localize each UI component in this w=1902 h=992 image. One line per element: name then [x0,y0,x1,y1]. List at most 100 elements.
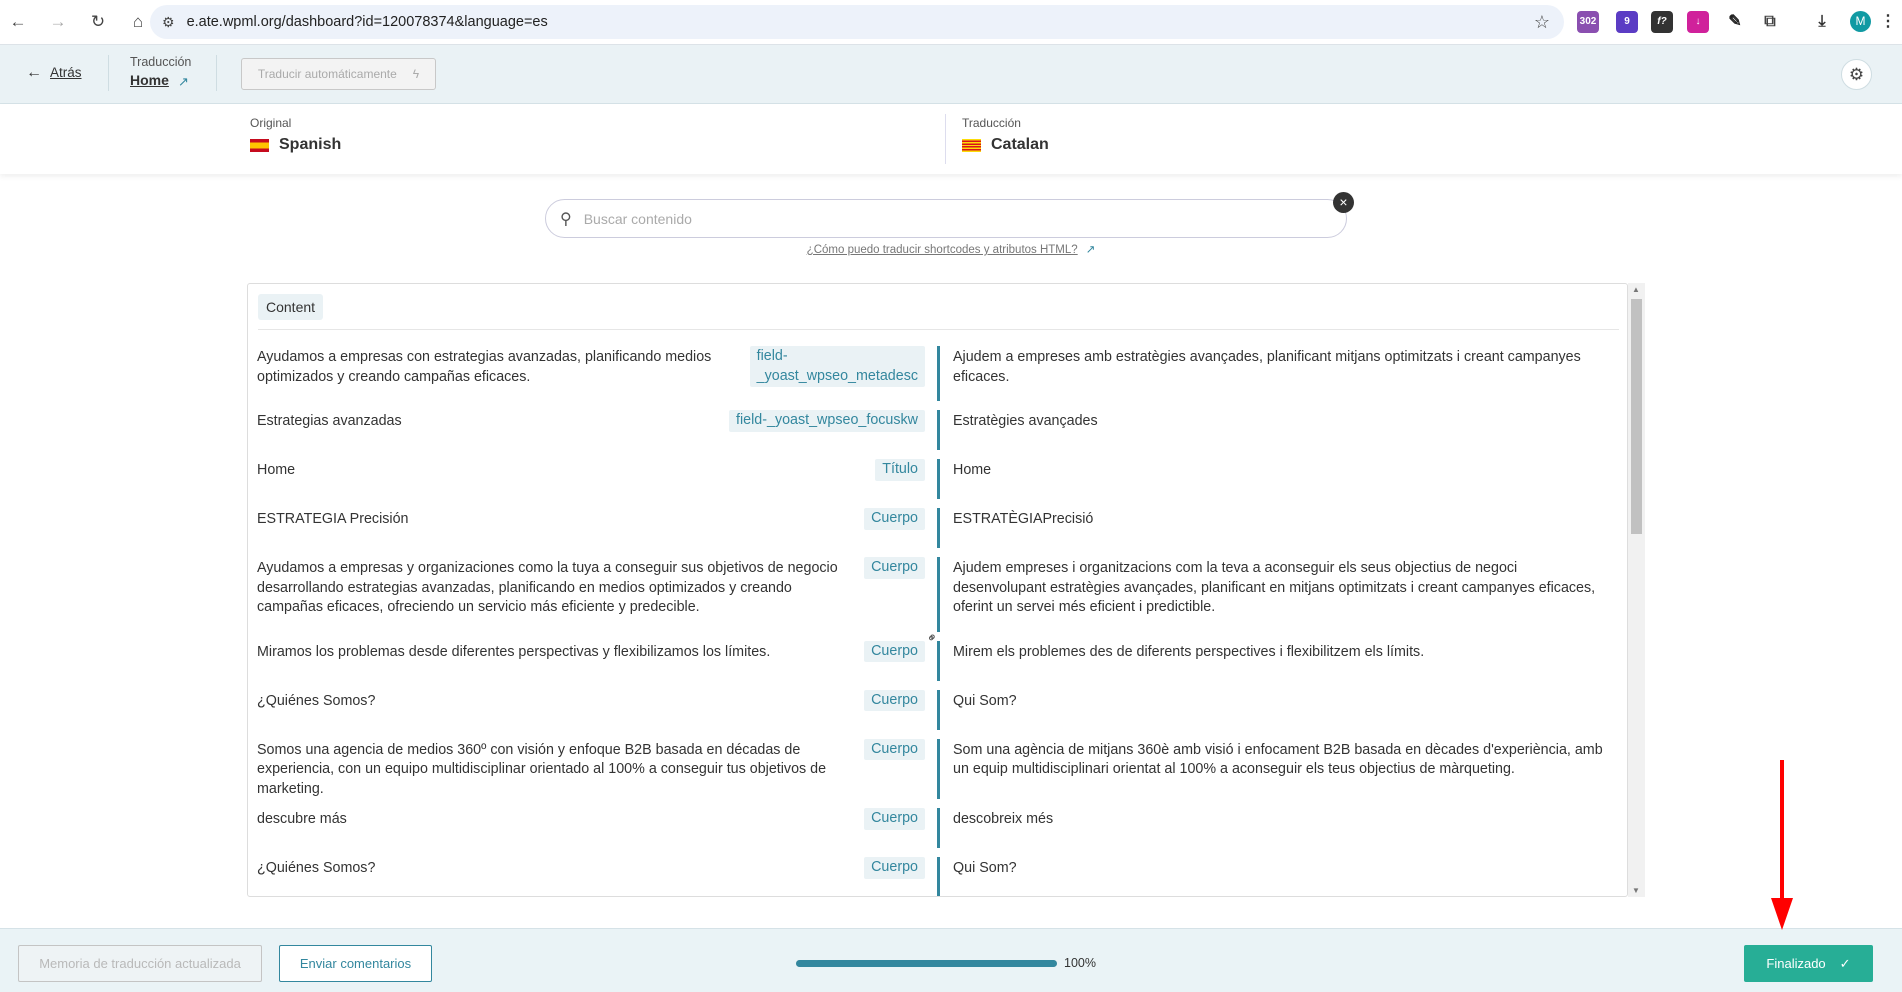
translation-language-label: Traducción [962,116,1021,130]
profile-avatar[interactable]: M [1850,11,1871,32]
bookmark-star-icon[interactable]: ☆ [1534,12,1550,33]
translation-memory-button[interactable]: Memoria de traducción actualizada [18,945,262,982]
original-language: Original Spanish [250,116,341,154]
divider [258,329,1619,330]
extension-redirect-icon[interactable]: 302 [1577,11,1599,33]
target-text[interactable]: Qui Som? [937,857,1619,896]
extensions-puzzle-icon[interactable]: ⧉ [1759,11,1781,33]
segment-row: ESTRATEGIA Precisión Cuerpo ESTRATÈGIAPrec… [257,508,1619,548]
progress-bar [796,960,1057,967]
target-text[interactable]: Ajudem a empreses amb estratègies avança… [937,346,1619,401]
translation-label: Traducción [130,55,192,69]
target-text[interactable]: Home [937,459,1619,499]
scrollbar-thumb[interactable] [1631,299,1642,534]
scroll-down-icon[interactable]: ▼ [1632,886,1640,895]
field-tag: Cuerpo [864,689,925,711]
source-cell: Home Título [257,459,937,499]
finish-label: Finalizado [1766,956,1826,971]
source-cell: Ayudamos a empresas y organizaciones com… [257,557,937,632]
catalonia-flag-icon [962,138,981,152]
extension-badge-icon[interactable]: 9 [1616,11,1638,33]
extension-font-icon[interactable]: f? [1651,11,1673,33]
site-settings-icon[interactable]: ⚙ [162,14,175,31]
address-bar[interactable]: ⚙ e.ate.wpml.org/dashboard?id=120078374&… [150,5,1564,39]
segment-row: descubre más Cuerpo descobreix més [257,808,1619,848]
downloads-icon[interactable]: ⤓ [1811,11,1833,33]
close-icon[interactable]: × [1333,192,1354,213]
settings-gear-icon[interactable]: ⚙ [1841,59,1872,90]
auto-translate-label: Traducir automáticamente [257,67,397,81]
auto-translate-button[interactable]: Traducir automáticamente ϟ [241,58,436,90]
source-text: Ayudamos a empresas con estrategias avan… [257,349,712,385]
divider [108,55,109,91]
source-text: Estrategias avanzadas [257,413,402,429]
target-text[interactable]: descobreix més [937,808,1619,848]
annotation-arrowhead [1771,898,1793,930]
back-link[interactable]: ← Atrás [26,64,82,82]
field-tag: Cuerpo [864,857,925,879]
segment-row: ¿Quiénes Somos? Cuerpo Qui Som? [257,857,1619,896]
segment-row: Estrategias avanzadas field-_yoast_wpseo_… [257,410,1619,450]
target-language-name: Catalan [991,136,1049,153]
progress-fill [796,960,1057,967]
content-panel: Content Ayudamos a empresas con estrateg… [247,283,1628,897]
check-icon: ✓ [1839,955,1851,971]
finish-button[interactable]: Finalizado ✓ [1744,945,1873,982]
segment-row: Ayudamos a empresas y organizaciones com… [257,557,1619,646]
divider [945,114,946,164]
source-text: ¿Quiénes Somos? [257,860,376,876]
source-cell: Estrategias avanzadas field-_yoast_wpseo_… [257,410,937,450]
url-text[interactable]: e.ate.wpml.org/dashboard?id=120078374&la… [187,14,548,30]
search-input[interactable] [583,210,1284,227]
page-link[interactable]: Home [130,72,169,88]
home-icon[interactable]: ⌂ [126,12,150,32]
browser-menu-icon[interactable]: ⋮ [1880,11,1896,33]
section-chip: Content [258,294,324,320]
segment-row: ¿Quiénes Somos? Cuerpo Qui Som? [257,689,1619,730]
field-tag: Título [875,459,925,481]
target-text[interactable]: Qui Som? [937,689,1619,730]
search-box: ⚲ [545,199,1347,238]
lightning-icon: ϟ [412,67,420,81]
external-link-icon[interactable]: ↗ [178,74,189,90]
reload-icon[interactable]: ↻ [86,12,110,32]
help-link[interactable]: ¿Cómo puedo traducir shortcodes y atribu… [807,244,1078,256]
forward-nav-icon[interactable]: → [46,12,70,32]
field-tag: field-_yoast_wpseo_focuskw [729,410,925,432]
target-text[interactable]: Som una agència de mitjans 360è amb visi… [937,738,1619,799]
browser-toolbar: ← → ↻ ⌂ ⚙ e.ate.wpml.org/dashboard?id=12… [0,0,1902,45]
scroll-up-icon[interactable]: ▲ [1632,285,1640,294]
spain-flag-icon [250,138,269,152]
original-language-name: Spanish [279,136,342,153]
arrow-left-icon: ← [26,64,42,81]
field-tag: Cuerpo [864,738,925,760]
segment-row: Home Título Home [257,459,1619,499]
scrollbar[interactable]: ▲ ▼ [1628,283,1645,897]
footer-bar: Memoria de traducción actualizada Enviar… [0,928,1902,992]
target-text[interactable]: ESTRATÈGIAPrecisió [937,508,1619,548]
target-text[interactable]: Ajudem empreses i organitzacions com la … [937,557,1619,632]
annotation-arrow [1780,760,1784,910]
source-cell: Somos una agencia de medios 360º con vis… [257,738,937,800]
segment-row: Somos una agencia de medios 360º con vis… [257,738,1619,800]
back-label: Atrás [50,65,82,80]
external-link-icon[interactable]: ↗ [1086,244,1096,256]
target-text[interactable]: Estratègies avançades [937,410,1619,450]
extension-download-icon[interactable]: ↓ [1687,11,1709,33]
source-text: descubre más [257,811,347,827]
field-tag: field- _yoast_wpseo_metadesc [749,346,925,387]
send-feedback-button[interactable]: Enviar comentarios [279,945,432,982]
search-icon: ⚲ [560,210,572,228]
field-tag: Cuerpo [864,808,925,830]
segment-list: Ayudamos a empresas con estrategias avan… [257,346,1619,896]
source-text: ¿Quiénes Somos? [257,692,376,709]
language-bar: Original Spanish Traducción Catalan [0,104,1902,174]
target-text[interactable]: Mirem els problemes des de diferents per… [937,640,1619,681]
extension-eyedropper-icon[interactable]: ✎ [1724,11,1746,33]
source-text: Ayudamos a empresas y organizaciones com… [257,560,838,615]
source-text: Miramos los problemas desde diferentes p… [257,643,771,660]
back-nav-icon[interactable]: ← [6,12,30,32]
source-cell: ¿Quiénes Somos? Cuerpo [257,857,937,896]
segment-row: Ayudamos a empresas con estrategias avan… [257,346,1619,401]
source-cell: descubre más Cuerpo [257,808,937,848]
